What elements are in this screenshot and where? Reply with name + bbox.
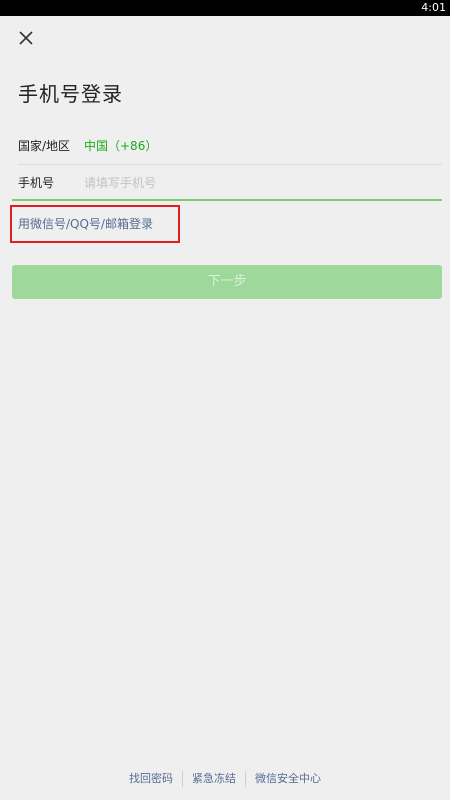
phone-row: 手机号 [18,165,442,201]
close-icon [19,31,33,45]
alt-login-label: 用微信号/QQ号/邮箱登录 [18,217,153,231]
page-title: 手机号登录 [18,82,123,106]
phone-label: 手机号 [18,176,55,190]
country-label: 国家/地区 [18,139,71,153]
phone-input-underline [12,199,442,201]
country-value: 中国（+86） [84,139,158,153]
find-password-link[interactable]: 找回密码 [120,770,182,788]
close-button[interactable] [14,26,38,50]
security-center-link[interactable]: 微信安全中心 [246,770,330,788]
emergency-freeze-link[interactable]: 紧急冻结 [183,770,245,788]
next-button[interactable]: 下一步 [12,265,442,299]
phone-input[interactable] [84,171,434,195]
footer-links: 找回密码 紧急冻结 微信安全中心 [0,770,450,788]
country-selector[interactable]: 国家/地区 中国（+86） [18,128,442,164]
status-time: 4:01 [421,1,446,14]
status-bar: 4:01 [0,0,450,16]
alt-login-link[interactable]: 用微信号/QQ号/邮箱登录 [10,205,180,243]
